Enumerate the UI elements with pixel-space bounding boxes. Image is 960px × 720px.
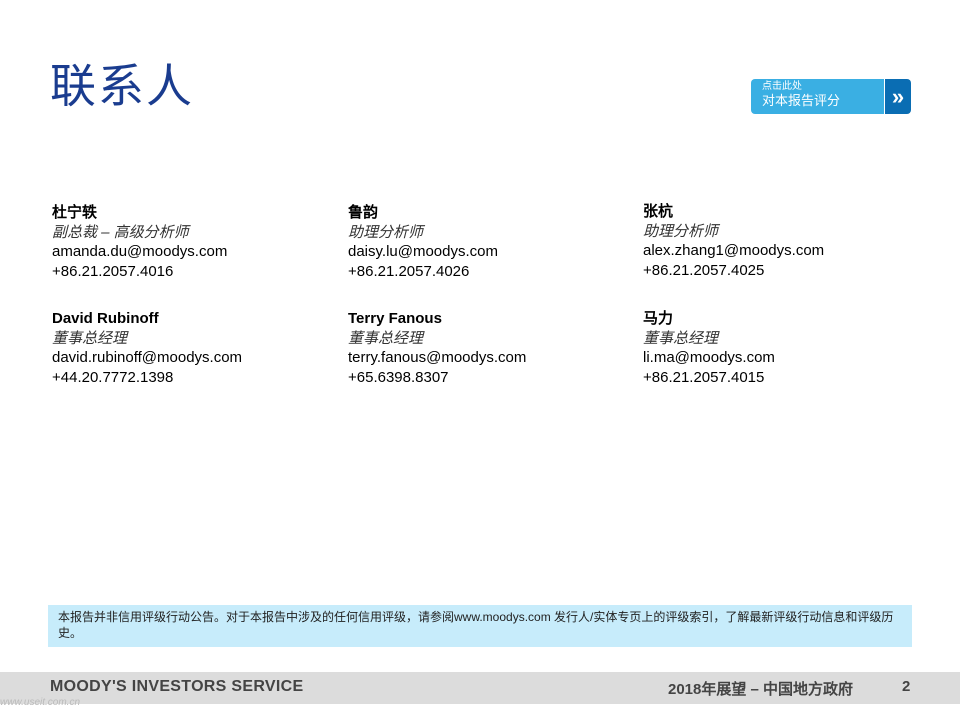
contact-name: David Rubinoff (52, 310, 159, 327)
contact-email[interactable]: alex.zhang1@moodys.com (643, 241, 824, 261)
contact-email[interactable]: amanda.du@moodys.com (52, 242, 227, 262)
contact-card: Terry Fanous 董事总经理 terry.fanous@moodys.c… (348, 309, 526, 387)
contact-phone: +44.20.7772.1398 (52, 368, 174, 386)
contact-name: Terry Fanous (348, 310, 442, 327)
page-number: 2 (902, 678, 911, 695)
rate-report-button[interactable]: 点击此处 对本报告评分 » (751, 79, 911, 114)
contact-name: 张杭 (643, 203, 674, 220)
page-title: 联系人 (50, 59, 194, 113)
contact-phone: +86.21.2057.4016 (52, 262, 174, 280)
contact-email[interactable]: terry.fanous@moodys.com (348, 348, 526, 368)
contact-phone: +86.21.2057.4025 (643, 261, 765, 279)
watermark: www.useit.com.cn (0, 697, 81, 708)
footer-report-title: 2018年展望 – 中国地方政府 (668, 681, 854, 698)
contact-email[interactable]: daisy.lu@moodys.com (348, 242, 498, 262)
contact-role: 副总裁 – 高级分析师 (52, 223, 189, 241)
contact-card: 鲁韵 助理分析师 daisy.lu@moodys.com +86.21.2057… (348, 203, 498, 281)
contact-card: David Rubinoff 董事总经理 david.rubinoff@mood… (52, 309, 242, 387)
contact-role: 董事总经理 (643, 329, 719, 347)
double-chevron-right-icon: » (884, 79, 911, 114)
rate-button-line1: 点击此处 (762, 81, 802, 92)
contact-email[interactable]: li.ma@moodys.com (643, 348, 775, 368)
contact-name: 鲁韵 (348, 204, 379, 221)
contact-role: 助理分析师 (348, 223, 424, 241)
contact-role: 董事总经理 (52, 329, 128, 347)
footer-brand: MOODY'S INVESTORS SERVICE (50, 678, 304, 695)
contact-name: 杜宁轶 (52, 204, 98, 221)
rate-button-line2: 对本报告评分 (762, 93, 841, 108)
disclaimer-notice: 本报告并非信用评级行动公告。对于本报告中涉及的任何信用评级，请参阅www.moo… (48, 605, 912, 647)
contact-card: 马力 董事总经理 li.ma@moodys.com +86.21.2057.40… (643, 309, 775, 387)
contact-name: 马力 (643, 310, 674, 327)
contact-phone: +86.21.2057.4015 (643, 368, 765, 386)
contact-card: 杜宁轶 副总裁 – 高级分析师 amanda.du@moodys.com +86… (52, 203, 227, 281)
rate-button-text: 点击此处 对本报告评分 (751, 79, 884, 114)
contact-email[interactable]: david.rubinoff@moodys.com (52, 348, 242, 368)
contact-card: 张杭 助理分析师 alex.zhang1@moodys.com +86.21.2… (643, 202, 824, 280)
contact-role: 助理分析师 (643, 222, 719, 240)
contact-phone: +86.21.2057.4026 (348, 262, 470, 280)
contact-phone: +65.6398.8307 (348, 368, 449, 386)
contact-role: 董事总经理 (348, 329, 424, 347)
